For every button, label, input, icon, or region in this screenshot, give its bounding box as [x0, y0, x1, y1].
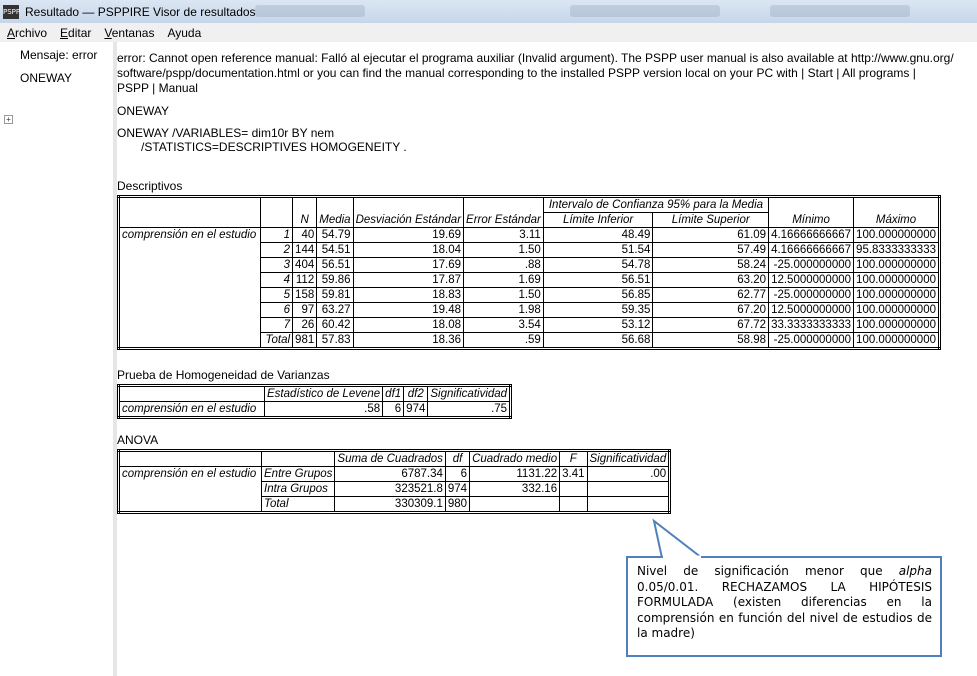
- annotation-callout: Nivel de significación menor que alpha 0…: [626, 556, 942, 657]
